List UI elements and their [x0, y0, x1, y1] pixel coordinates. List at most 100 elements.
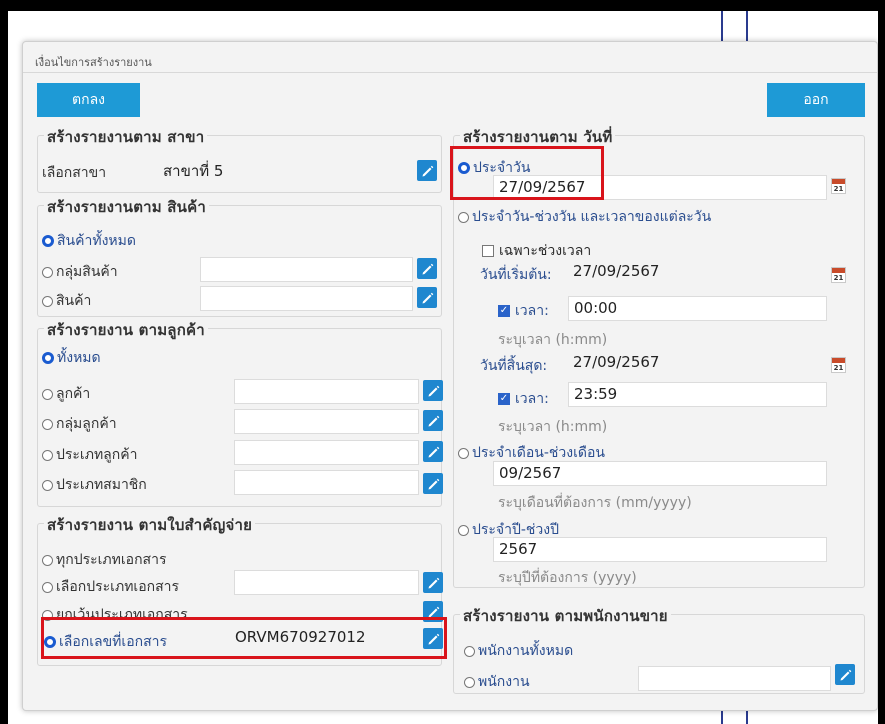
start-time-label: เวลา:: [515, 303, 549, 319]
end-date-field[interactable]: 27/09/2567: [568, 351, 827, 376]
customer-all-radio[interactable]: ทั้งหมด: [42, 347, 101, 369]
customer-type-field[interactable]: [234, 440, 419, 465]
product-item-field[interactable]: [200, 286, 413, 311]
customer-type-label: ประเภทลูกค้า: [56, 447, 138, 463]
time-only-label: เฉพาะช่วงเวลา: [499, 243, 592, 259]
all-doc-types-radio[interactable]: ทุกประเภทเอกสาร: [42, 549, 166, 571]
member-type-edit-button[interactable]: [423, 473, 443, 494]
salesperson-legend: สร้างรายงาน ตามพนักงานขาย: [460, 604, 671, 628]
salesperson-edit-button[interactable]: [835, 664, 855, 685]
start-time-field[interactable]: 00:00: [568, 296, 827, 321]
member-type-radio[interactable]: ประเภทสมาชิก: [42, 474, 147, 496]
start-time-help: ระบุเวลา (h:mm): [498, 332, 608, 348]
product-all-label: สินค้าทั้งหมด: [57, 233, 136, 249]
end-time-checkbox[interactable]: ✓ เวลา:: [498, 388, 549, 410]
daily-range-label: ประจำวัน-ช่วงวัน และเวลาของแต่ละวัน: [472, 209, 712, 225]
product-group-field[interactable]: [200, 257, 413, 282]
highlight-box-daily: [450, 146, 604, 200]
year-help: ระบุปีที่ต้องการ (yyyy): [498, 570, 637, 586]
end-time-field[interactable]: 23:59: [568, 382, 827, 407]
customer-group-edit-button[interactable]: [423, 410, 443, 431]
radio-icon: [42, 295, 53, 307]
select-doc-type-edit-button[interactable]: [423, 572, 443, 593]
radio-icon: [458, 524, 469, 536]
branch-field[interactable]: สาขาที่ 5: [158, 160, 413, 185]
branch-legend: สร้างรายงานตาม สาขา: [44, 125, 208, 149]
year-field[interactable]: 2567: [493, 537, 827, 562]
pencil-icon: [428, 577, 439, 589]
calendar-icon[interactable]: 21: [831, 267, 846, 283]
radio-selected-icon: [42, 352, 54, 364]
end-date-label: วันที่สิ้นสุด:: [480, 358, 548, 374]
month-help: ระบุเดือนที่ต้องการ (mm/yyyy): [498, 495, 692, 511]
window-frame-left: [0, 0, 8, 724]
customer-legend: สร้างรายงาน ตามลูกค้า: [44, 318, 208, 342]
radio-icon: [42, 479, 53, 491]
salesperson-radio[interactable]: พนักงาน: [464, 671, 530, 693]
ok-button[interactable]: ตกลง: [37, 83, 140, 117]
product-item-edit-button[interactable]: [417, 287, 437, 308]
radio-icon: [42, 581, 53, 593]
radio-icon: [42, 266, 53, 278]
document-legend: สร้างรายงาน ตามใบสำคัญจ่าย: [44, 513, 256, 537]
calendar-day-number: 21: [833, 364, 844, 372]
product-group-radio[interactable]: กลุ่มสินค้า: [42, 261, 118, 283]
customer-group: สร้างรายงาน ตามลูกค้า ทั้งหมด ลูกค้า กลุ…: [37, 318, 443, 507]
pencil-icon: [428, 446, 439, 458]
radio-selected-icon: [42, 235, 54, 247]
radio-icon: [42, 449, 53, 461]
radio-icon: [458, 447, 469, 459]
pencil-icon: [422, 165, 433, 177]
calendar-day-number: 21: [833, 274, 844, 282]
radio-icon: [464, 645, 475, 657]
salesperson-label: พนักงาน: [478, 674, 530, 690]
time-only-checkbox[interactable]: เฉพาะช่วงเวลา: [482, 240, 591, 262]
customer-type-edit-button[interactable]: [423, 441, 443, 462]
customer-radio[interactable]: ลูกค้า: [42, 383, 90, 405]
member-type-field[interactable]: [234, 470, 419, 495]
checkbox-checked-icon: ✓: [498, 305, 510, 317]
calendar-icon[interactable]: 21: [831, 178, 846, 194]
select-doc-type-field[interactable]: [234, 570, 419, 595]
date-group: สร้างรายงานตาม วันที่ ประจำวัน 27/09/256…: [453, 125, 865, 588]
product-legend: สร้างรายงานตาม สินค้า: [44, 195, 209, 219]
all-salespeople-radio[interactable]: พนักงานทั้งหมด: [464, 640, 573, 662]
select-doc-type-radio[interactable]: เลือกประเภทเอกสาร: [42, 576, 179, 598]
daily-range-radio[interactable]: ประจำวัน-ช่วงวัน และเวลาของแต่ละวัน: [458, 206, 711, 228]
product-group-label: กลุ่มสินค้า: [56, 264, 118, 280]
salesperson-group: สร้างรายงาน ตามพนักงานขาย พนักงานทั้งหมด…: [453, 604, 865, 694]
customer-all-label: ทั้งหมด: [57, 350, 101, 366]
customer-group-field[interactable]: [234, 409, 419, 434]
end-time-help: ระบุเวลา (h:mm): [498, 419, 608, 435]
dialog-title: เงื่อนไขการสร้างรายงาน: [35, 56, 152, 69]
branch-edit-button[interactable]: [417, 160, 437, 181]
member-type-label: ประเภทสมาชิก: [56, 477, 147, 493]
radio-icon: [458, 211, 469, 223]
branch-group: สร้างรายงานตาม สาขา เลือกสาขา สาขาที่ 5: [37, 125, 442, 193]
product-item-label: สินค้า: [56, 293, 92, 309]
select-doc-type-label: เลือกประเภทเอกสาร: [56, 579, 180, 595]
product-item-radio[interactable]: สินค้า: [42, 290, 91, 312]
calendar-icon[interactable]: 21: [831, 357, 846, 373]
customer-edit-button[interactable]: [423, 380, 443, 401]
start-time-checkbox[interactable]: ✓ เวลา:: [498, 300, 549, 322]
all-salespeople-label: พนักงานทั้งหมด: [478, 643, 574, 659]
report-conditions-dialog: เงื่อนไขการสร้างรายงาน ตกลง ออก สร้างราย…: [22, 41, 878, 711]
product-group-edit-button[interactable]: [417, 258, 437, 279]
salesperson-field[interactable]: [638, 666, 831, 691]
month-field[interactable]: 09/2567: [493, 461, 827, 486]
customer-field[interactable]: [234, 379, 419, 404]
radio-icon: [42, 418, 53, 430]
pencil-icon: [422, 292, 433, 304]
product-group: สร้างรายงานตาม สินค้า สินค้าทั้งหมด กลุ่…: [37, 195, 442, 317]
customer-type-radio[interactable]: ประเภทลูกค้า: [42, 444, 137, 466]
customer-group-radio[interactable]: กลุ่มลูกค้า: [42, 413, 117, 435]
radio-icon: [42, 388, 53, 400]
radio-icon: [42, 554, 53, 566]
product-all-radio[interactable]: สินค้าทั้งหมด: [42, 230, 136, 252]
pencil-icon: [840, 669, 851, 681]
title-divider: [23, 72, 877, 73]
customer-label: ลูกค้า: [56, 386, 91, 402]
exit-button[interactable]: ออก: [767, 83, 865, 117]
start-date-field[interactable]: 27/09/2567: [568, 260, 827, 285]
